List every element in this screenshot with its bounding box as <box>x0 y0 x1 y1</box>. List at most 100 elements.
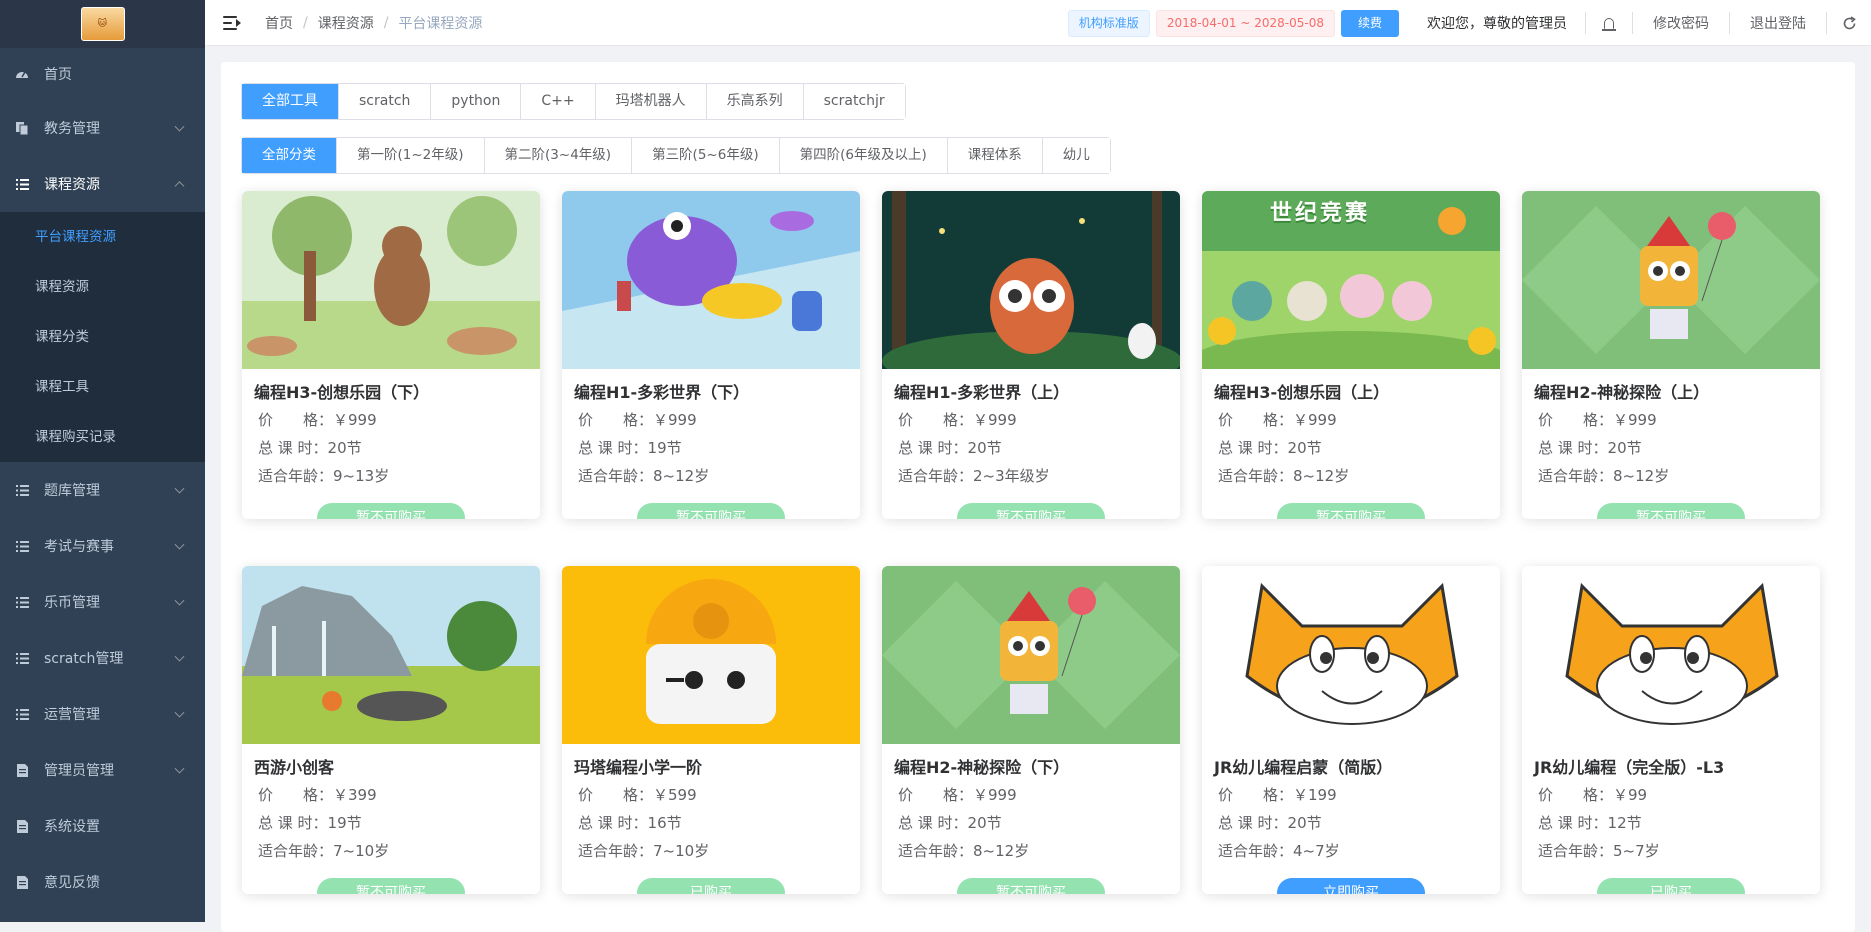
tab-tool-lego[interactable]: 乐高系列 <box>706 84 804 119</box>
buy-now-button[interactable]: 立即购买 <box>1277 878 1425 894</box>
sidebar-item-home[interactable]: 首页 <box>0 48 205 100</box>
tab-tool-matatalab[interactable]: 玛塔机器人 <box>595 84 707 119</box>
sidebar-item-label: 意见反馈 <box>44 875 100 891</box>
list-icon <box>14 706 30 722</box>
sidebar-subitem-course-categories[interactable]: 课程分类 <box>0 312 205 362</box>
tool-filter-tabs: 全部工具 scratch python C++ 玛塔机器人 乐高系列 scrat… <box>241 83 906 120</box>
tab-tool-cpp[interactable]: C++ <box>521 84 596 119</box>
sidebar-item-academic[interactable]: 教务管理 <box>0 100 205 156</box>
course-card[interactable]: 编程H2-神秘探险（下） 价 格：￥999 总 课 时：20节 适合年龄：8~1… <box>882 566 1180 894</box>
course-title: JR幼儿编程启蒙（简版） <box>1214 758 1393 777</box>
course-card[interactable]: 编程H2-神秘探险（上） 价 格：￥999 总 课 时：20节 适合年龄：8~1… <box>1522 191 1820 519</box>
course-title: 玛塔编程小学一阶 <box>574 758 703 777</box>
sidebar-subitem-course-tools[interactable]: 课程工具 <box>0 362 205 412</box>
sidebar-item-settings[interactable]: 系统设置 <box>0 798 205 854</box>
course-thumbnail <box>882 566 1180 744</box>
buy-button-disabled[interactable]: 暂不可购买 <box>1597 503 1745 519</box>
course-price: 价 格：￥399 <box>258 786 377 804</box>
tab-tool-all[interactable]: 全部工具 <box>242 84 339 119</box>
course-title: 编程H3-创想乐园（下） <box>254 383 430 402</box>
course-card[interactable]: 编程H1-多彩世界（下） 价 格：￥999 总 课 时：19节 适合年龄：8~1… <box>562 191 860 519</box>
buy-button-disabled[interactable]: 暂不可购买 <box>1277 503 1425 519</box>
course-card[interactable]: 西游小创客 价 格：￥399 总 课 时：19节 适合年龄：7~10岁 暂不可购… <box>242 566 540 894</box>
document-icon <box>14 762 30 778</box>
tab-category-preschool[interactable]: 幼儿 <box>1042 138 1110 173</box>
sidebar-item-label: 管理员管理 <box>44 763 114 779</box>
sidebar-subitem-purchase-records[interactable]: 课程购买记录 <box>0 412 205 462</box>
course-card[interactable]: 玛塔编程小学一阶 价 格：￥599 总 课 时：16节 适合年龄：7~10岁 已… <box>562 566 860 894</box>
logout-link[interactable]: 退出登陆 <box>1730 13 1826 33</box>
tab-tool-scratch[interactable]: scratch <box>339 84 432 119</box>
breadcrumb-home[interactable]: 首页 <box>265 13 293 33</box>
sidebar-item-exams[interactable]: 考试与赛事 <box>0 518 205 574</box>
sidebar-item-feedback[interactable]: 意见反馈 <box>0 854 205 910</box>
course-card[interactable]: JR幼儿编程（完全版）-L3 价 格：￥99 总 课 时：12节 适合年龄：5~… <box>1522 566 1820 894</box>
refresh-icon[interactable] <box>1827 15 1871 31</box>
logo[interactable]: 🐱 <box>80 7 125 41</box>
course-title: 西游小创客 <box>254 758 335 777</box>
sidebar-item-label: 教务管理 <box>44 121 100 137</box>
buy-button-disabled[interactable]: 暂不可购买 <box>317 503 465 519</box>
sidebar-item-operations[interactable]: 运营管理 <box>0 686 205 742</box>
tab-category-level4[interactable]: 第四阶(6年级及以上) <box>779 138 948 173</box>
course-price: 价 格：￥599 <box>578 786 697 804</box>
welcome-text: 欢迎您，尊敬的管理员 <box>1427 16 1567 32</box>
breadcrumb-course-resources[interactable]: 课程资源 <box>318 13 374 33</box>
course-thumbnail: 世纪竞赛 <box>1202 191 1500 369</box>
buy-button-bought[interactable]: 已购买 <box>637 878 785 894</box>
course-price: 价 格：￥999 <box>1218 411 1337 429</box>
sidebar: 🐱 首页 教务管理 课程资源 平台课程资源 课程资源 课程分类 课程工具 课程购… <box>0 0 205 922</box>
notifications-button[interactable] <box>1586 17 1632 31</box>
tab-tool-python[interactable]: python <box>431 84 522 119</box>
change-password-link[interactable]: 修改密码 <box>1633 13 1729 33</box>
tab-category-all[interactable]: 全部分类 <box>242 138 337 173</box>
tab-category-level3[interactable]: 第三阶(5~6年级) <box>632 138 780 173</box>
course-age: 适合年龄：8~12岁 <box>1538 467 1670 485</box>
course-thumbnail <box>562 566 860 744</box>
breadcrumb-current: 平台课程资源 <box>398 15 483 32</box>
sidebar-item-scratch[interactable]: scratch管理 <box>0 630 205 686</box>
buy-button-disabled[interactable]: 暂不可购买 <box>957 878 1105 894</box>
course-card[interactable]: 编程H3-创想乐园（下） 价 格：￥999 总 课 时：20节 适合年龄：9~1… <box>242 191 540 519</box>
buy-button-bought[interactable]: 已购买 <box>1597 878 1745 894</box>
tab-category-level1[interactable]: 第一阶(1~2年级) <box>337 138 485 173</box>
course-age: 适合年龄：9~13岁 <box>258 467 390 485</box>
course-hours: 总 课 时：12节 <box>1538 814 1642 832</box>
course-thumbnail <box>562 191 860 369</box>
hamburger-icon[interactable] <box>223 15 241 31</box>
chevron-down-icon <box>174 651 185 662</box>
course-title: 编程H1-多彩世界（下） <box>574 383 750 402</box>
tab-category-system[interactable]: 课程体系 <box>947 138 1043 173</box>
course-title: 编程H1-多彩世界（上） <box>894 383 1070 402</box>
sidebar-item-coins[interactable]: 乐币管理 <box>0 574 205 630</box>
sidebar-item-question-bank[interactable]: 题库管理 <box>0 462 205 518</box>
course-card[interactable]: 世纪竞赛 编程H3-创想乐园（上） 价 格：￥999 总 课 时：20节 适合年… <box>1202 191 1500 519</box>
course-hours: 总 课 时：20节 <box>1538 439 1642 457</box>
sidebar-subitem-platform-courses[interactable]: 平台课程资源 <box>0 212 205 262</box>
sidebar-item-label: scratch管理 <box>44 651 124 667</box>
edition-badge: 机构标准版 <box>1067 9 1150 37</box>
tab-tool-scratchjr[interactable]: scratchjr <box>803 84 905 119</box>
course-card[interactable]: 编程H1-多彩世界（上） 价 格：￥999 总 课 时：20节 适合年龄：2~3… <box>882 191 1180 519</box>
buy-button-disabled[interactable]: 暂不可购买 <box>637 503 785 519</box>
course-card[interactable]: JR幼儿编程启蒙（简版） 价 格：￥199 总 课 时：20节 适合年龄：4~7… <box>1202 566 1500 894</box>
tab-category-level2[interactable]: 第二阶(3~4年级) <box>484 138 633 173</box>
sidebar-subitem-course-resources[interactable]: 课程资源 <box>0 262 205 312</box>
sidebar-item-label: 系统设置 <box>44 819 100 835</box>
course-price: 价 格：￥999 <box>1538 411 1657 429</box>
chevron-down-icon <box>174 539 185 550</box>
buy-button-disabled[interactable]: 暂不可购买 <box>317 878 465 894</box>
document-icon <box>14 818 30 834</box>
course-price: 价 格：￥99 <box>1538 786 1648 804</box>
course-resources-submenu: 平台课程资源 课程资源 课程分类 课程工具 课程购买记录 <box>0 212 205 462</box>
document-icon <box>14 874 30 890</box>
sidebar-item-admins[interactable]: 管理员管理 <box>0 742 205 798</box>
course-thumbnail <box>242 566 540 744</box>
renew-button[interactable]: 续费 <box>1340 9 1399 37</box>
sidebar-item-label: 课程资源 <box>44 177 100 193</box>
course-thumbnail <box>1522 566 1820 744</box>
buy-button-disabled[interactable]: 暂不可购买 <box>957 503 1105 519</box>
logo-area: 🐱 <box>0 0 205 48</box>
bell-icon <box>1602 17 1616 31</box>
sidebar-item-course-resources[interactable]: 课程资源 <box>0 156 205 212</box>
